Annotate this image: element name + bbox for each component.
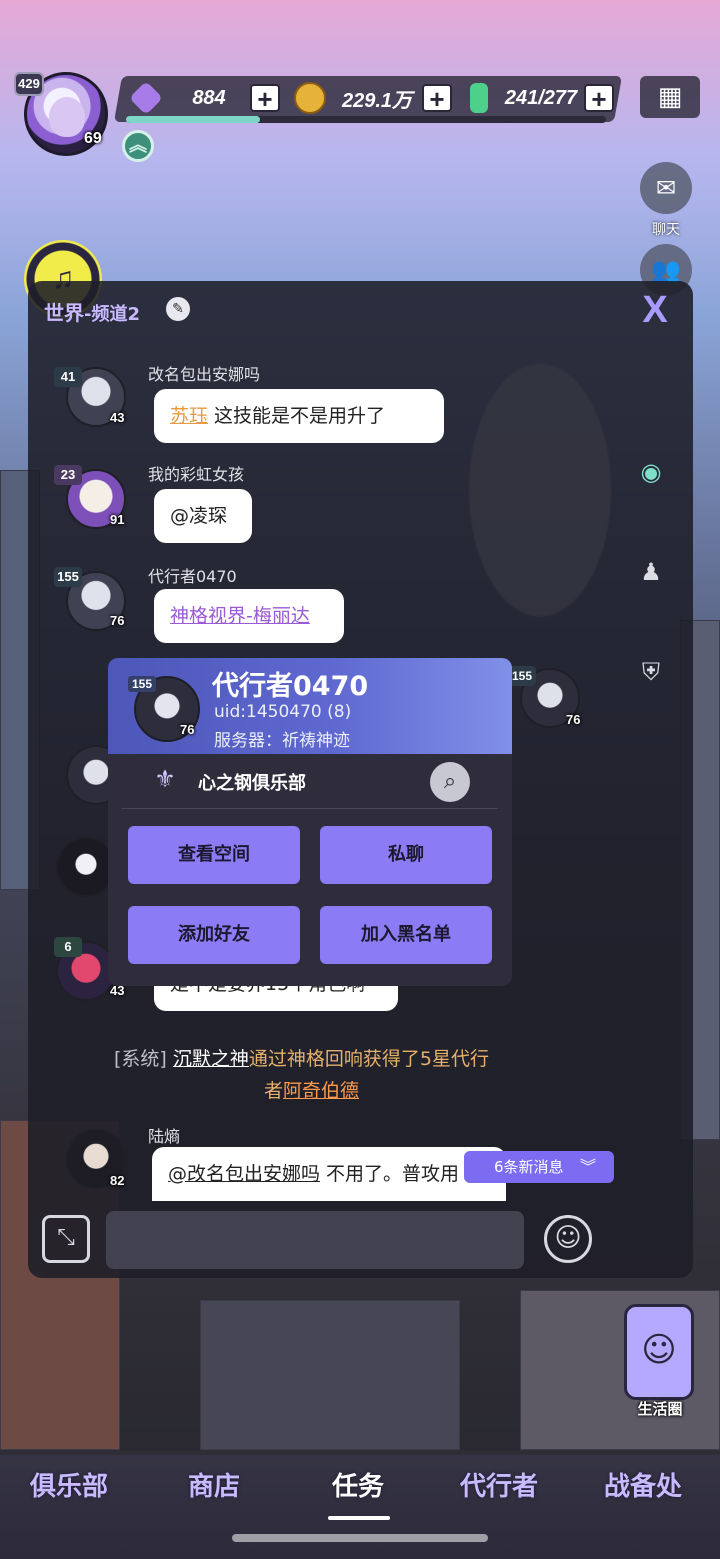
main-menu-button[interactable]: ▦ [640, 76, 700, 118]
grid-icon: ▦ [657, 82, 683, 112]
message-bubble: @改名包出安娜吗 不用了。普攻用 [152, 1147, 506, 1201]
player-profile-popup: 155 76 代行者0470 uid:1450470 (8) 服务器：祈祷神迹 … [108, 658, 512, 986]
rank-chevron-icon[interactable]: ︽ [122, 130, 154, 162]
message-bubble: @凌琛 [154, 489, 252, 543]
add-gems-button[interactable]: + [250, 84, 280, 112]
coin-icon [294, 82, 326, 114]
system-text: 通过神格回响获得了5星代行 [248, 1048, 489, 1070]
view-club-search-icon[interactable]: ⌕ [430, 762, 470, 802]
avatar-face [49, 97, 85, 137]
profile-club: 心之钢俱乐部 [198, 773, 306, 794]
gem-count: 884 [192, 86, 226, 109]
smiley-icon: ☺ [554, 1223, 582, 1253]
system-item-link[interactable]: 阿奇伯德 [283, 1080, 359, 1102]
people-icon: 👥 [651, 256, 681, 284]
nav-agents[interactable]: 代行者 [460, 1466, 538, 1503]
profile-server: 服务器：祈祷神迹 [214, 731, 350, 751]
life-circle-label: 生活圈 [637, 1400, 683, 1418]
exp-bar-fill [126, 116, 260, 123]
message-bubble: 神格视界-梅丽达 [154, 589, 344, 643]
user-badge: 91 [110, 512, 125, 527]
nav-tasks[interactable]: 任务 [332, 1466, 384, 1503]
phone-smiley-icon: ☺ [641, 1330, 677, 1370]
message-author[interactable]: 陆熵 [148, 1123, 180, 1147]
block-user-button[interactable]: 加入黑名单 [320, 906, 492, 964]
add-friend-button[interactable]: 添加好友 [128, 906, 300, 964]
profile-uid: uid:1450470 (8) [214, 702, 352, 722]
system-message: [系统] 沉默之神通过神格回响获得了5星代行 者阿奇伯德 [114, 1043, 544, 1107]
club-emblem-icon: ⚜ [154, 765, 176, 793]
message-author[interactable]: 我的彩虹女孩 [148, 461, 244, 485]
player-badge: 69 [84, 130, 102, 147]
user-badge: 76 [110, 613, 125, 628]
nav-war-prep[interactable]: 战备处 [604, 1466, 682, 1503]
mention-link[interactable]: 苏珏 [170, 405, 208, 427]
channel-world: 世界 [44, 301, 84, 325]
chat-channel-title[interactable]: 世界-频道2 [44, 297, 140, 326]
message-bubble: 苏珏 这技能是不是用升了 [154, 389, 444, 443]
coin-count: 229.1万 [341, 89, 413, 112]
system-text-cont: 者 [264, 1080, 284, 1102]
channel-number: -频道2 [84, 304, 140, 325]
guild-shield-icon[interactable]: ⛨ [636, 657, 666, 687]
chat-input[interactable] [106, 1211, 524, 1269]
message-text: 不用了。普攻用 [320, 1163, 460, 1185]
chat-button-label: 聊天 [652, 222, 680, 238]
edit-channel-pencil-icon[interactable]: ✎ [166, 297, 190, 321]
profile-level: 155 [128, 676, 157, 692]
gem-icon [129, 81, 163, 115]
emoji-button[interactable]: ☺ [544, 1215, 592, 1263]
shared-item-link[interactable]: 神格视界-梅丽达 [170, 605, 310, 627]
add-coins-button[interactable]: + [422, 84, 452, 112]
system-user-link[interactable]: 沉默之神 [173, 1048, 249, 1070]
profile-name: 代行者0470 [212, 671, 369, 702]
private-chat-button[interactable]: 私聊 [320, 826, 492, 884]
message-text: @凌琛 [170, 505, 228, 527]
background-building [200, 1300, 460, 1450]
coin-resource: 229.1万 + [294, 80, 452, 116]
add-stamina-button[interactable]: + [584, 84, 614, 112]
world-globe-icon[interactable]: ◉ [636, 457, 666, 487]
chat-button[interactable]: ✉ [640, 162, 692, 214]
user-level: 155 [54, 567, 82, 587]
gem-resource: 884 + [129, 80, 280, 116]
avatar[interactable] [56, 837, 116, 897]
close-chat-button[interactable]: X [634, 289, 676, 331]
user-badge: 82 [110, 1173, 125, 1188]
shrink-chat-button[interactable]: ⤡ [42, 1215, 90, 1263]
home-indicator[interactable] [232, 1534, 488, 1542]
message-author[interactable]: 代行者0470 [148, 563, 237, 587]
user-level: 6 [54, 937, 82, 957]
stamina-count: 241/277 [504, 86, 578, 109]
nav-shop[interactable]: 商店 [188, 1466, 240, 1503]
double-chevron-down-icon: ︾ [580, 1157, 597, 1176]
user-level: 155 [508, 666, 536, 686]
collapse-arrows-icon: ⤡ [57, 1225, 75, 1250]
profile-badge: 76 [180, 722, 195, 737]
friends-channel-icon[interactable]: ♟ [636, 557, 666, 587]
stamina-resource: 241/277 + [466, 80, 614, 116]
message-author[interactable]: 改名包出安娜吗 [148, 361, 260, 385]
message-text: 这技能是不是用升了 [208, 405, 386, 427]
nav-club[interactable]: 俱乐部 [30, 1466, 108, 1503]
divider [122, 808, 498, 809]
player-level: 429 [14, 72, 44, 96]
new-messages-indicator[interactable]: 6条新消息 ︾ [464, 1151, 614, 1183]
mention-link[interactable]: @改名包出安娜吗 [168, 1163, 320, 1185]
battery-icon [470, 83, 488, 113]
nav-active-indicator [328, 1516, 390, 1520]
view-space-button[interactable]: 查看空间 [128, 826, 300, 884]
user-badge: 76 [566, 712, 581, 727]
user-level: 41 [54, 367, 82, 387]
life-circle-button[interactable]: ☺ [624, 1304, 694, 1400]
new-messages-label: 6条新消息 [494, 1158, 564, 1176]
user-badge: 43 [110, 410, 125, 425]
chat-bubble-icon: ✉ [655, 174, 677, 202]
user-level: 23 [54, 465, 82, 485]
system-tag: [系统] [114, 1048, 167, 1070]
